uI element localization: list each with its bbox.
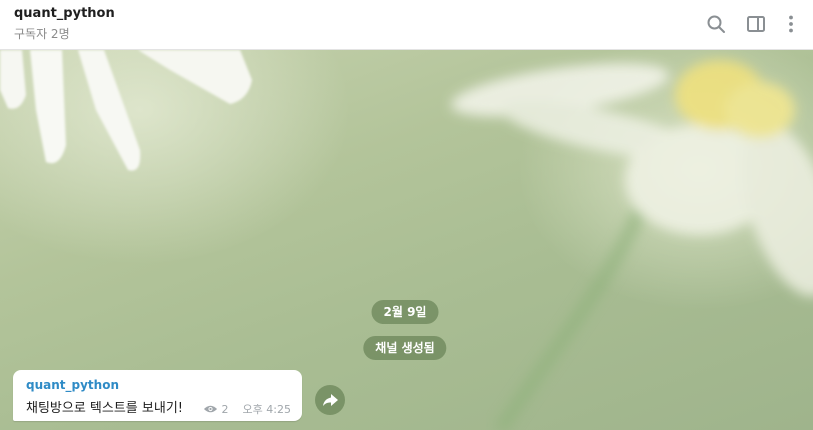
- search-icon[interactable]: [704, 12, 728, 36]
- message-text: 채팅방으로 텍스트를 보내기!: [26, 401, 183, 416]
- chat-header: quant_python 구독자 2명: [0, 0, 813, 50]
- sidebar-toggle-icon[interactable]: [744, 12, 768, 36]
- more-vertical-icon[interactable]: [779, 12, 803, 36]
- channel-title[interactable]: quant_python: [14, 6, 115, 21]
- forward-icon: [323, 394, 338, 406]
- message-time: 오후 4:25: [242, 403, 291, 416]
- message-meta: 2 오후 4:25: [203, 401, 291, 417]
- forward-button[interactable]: [315, 385, 345, 415]
- message-sender[interactable]: quant_python: [26, 378, 119, 392]
- subscriber-count: 구독자 2명: [14, 27, 70, 41]
- chat-area[interactable]: 2월 9일 채널 생성됨 quant_python 채팅방으로 텍스트를 보내기…: [0, 50, 813, 430]
- eye-icon: [203, 405, 217, 413]
- message-bubble[interactable]: quant_python 채팅방으로 텍스트를 보내기! 2 오후 4:25: [13, 370, 302, 421]
- view-count: 2: [221, 402, 229, 416]
- service-message: 채널 생성됨: [363, 336, 447, 360]
- date-separator: 2월 9일: [371, 300, 439, 324]
